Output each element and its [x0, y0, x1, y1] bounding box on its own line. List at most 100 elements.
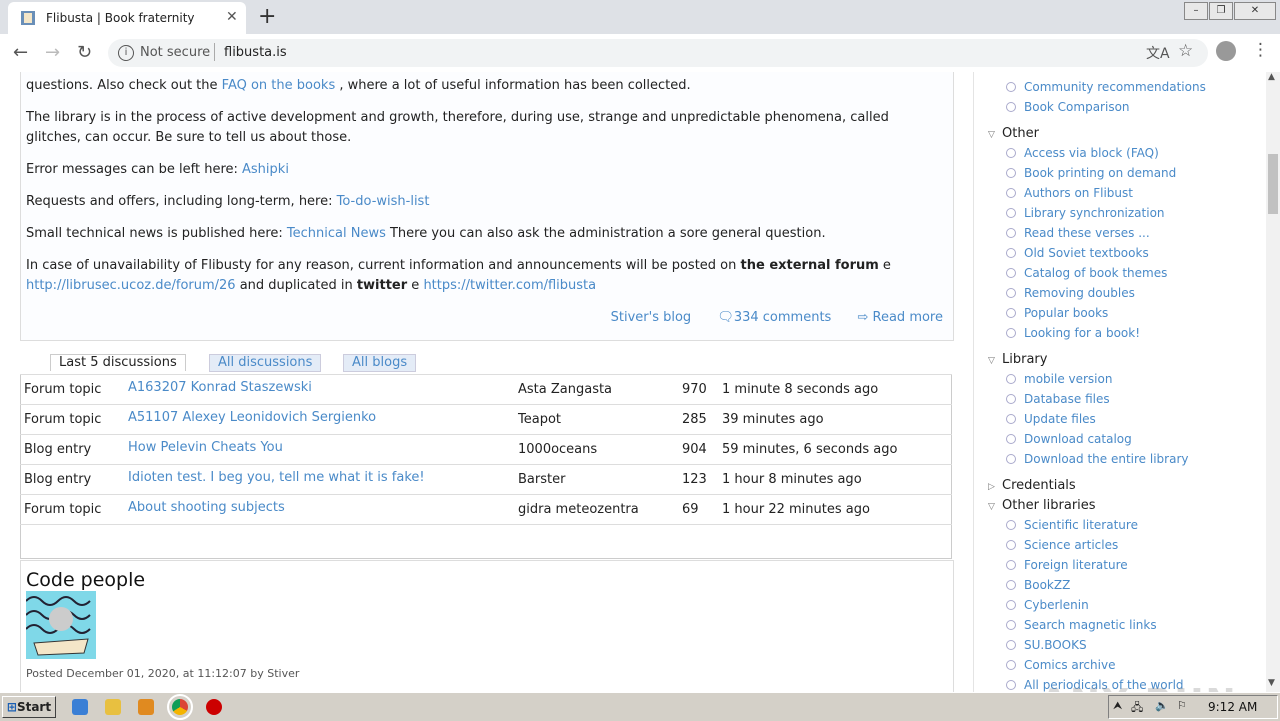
start-button[interactable]: ⊞Start [2, 696, 56, 718]
forward-icon[interactable]: → [45, 42, 60, 63]
row-title-link[interactable]: How Pelevin Cheats You [128, 440, 283, 455]
read-more-link[interactable]: ⇨ Read more [857, 310, 943, 325]
url-text[interactable]: flibusta.is [224, 45, 287, 60]
technical-news-link[interactable]: Technical News [287, 226, 386, 241]
address-bar[interactable]: i Not secure flibusta.is [108, 39, 1208, 67]
sidebar-item[interactable]: Science articles [1006, 538, 1118, 552]
media-player-icon[interactable] [138, 699, 154, 715]
bookmark-star-icon[interactable]: ☆ [1178, 41, 1193, 61]
sidebar-item[interactable]: Catalog of book themes [1006, 266, 1167, 280]
sidebar-item[interactable]: Database files [1006, 392, 1110, 406]
sidebar-section-other-libraries[interactable]: ▽ Other libraries [988, 498, 1096, 513]
sidebar-item[interactable]: Search magnetic links [1006, 618, 1157, 632]
row-title-link[interactable]: Idioten test. I beg you, tell me what it… [128, 470, 425, 485]
close-window-icon[interactable]: ✕ [1234, 2, 1276, 20]
sidebar-section-library[interactable]: ▽ Library [988, 352, 1047, 367]
arrow-icon: ⇨ [857, 310, 869, 325]
sidebar-item[interactable]: mobile version [1006, 372, 1112, 386]
sidebar-section-other[interactable]: ▽ Other [988, 126, 1039, 141]
bullet-icon [1006, 680, 1016, 690]
collapsed-triangle-icon: ▷ [988, 482, 995, 492]
sidebar-item[interactable]: Book Comparison [1006, 100, 1130, 114]
translate-icon[interactable]: 文A [1146, 43, 1170, 63]
sidebar-item[interactable]: Library synchronization [1006, 206, 1165, 220]
tab-last-5-discussions[interactable]: Last 5 discussions [50, 354, 186, 371]
wishlist-link[interactable]: To-do-wish-list [337, 194, 430, 209]
info-icon[interactable]: i [118, 45, 134, 61]
text: , where a lot of useful information has … [335, 78, 691, 93]
new-tab-button[interactable]: + [258, 4, 276, 29]
forum-url-link[interactable]: http://librusec.ucoz.de/forum/26 [26, 278, 236, 293]
tab-close-icon[interactable]: ✕ [226, 9, 238, 25]
table-cell: 1 hour 22 minutes ago [722, 494, 952, 525]
sidebar-item[interactable]: Community recommendations [1006, 80, 1206, 94]
scroll-thumb[interactable] [1268, 154, 1278, 214]
row-time: 59 minutes, 6 seconds ago [722, 442, 898, 457]
sidebar-item[interactable]: BookZZ [1006, 578, 1070, 592]
sidebar-item[interactable]: Read these verses ... [1006, 226, 1150, 240]
sidebar-item[interactable]: SU.BOOKS [1006, 638, 1087, 652]
sidebar-item[interactable]: Old Soviet textbooks [1006, 246, 1149, 260]
restore-icon[interactable]: ❐ [1209, 2, 1233, 20]
sidebar-item[interactable]: Cyberlenin [1006, 598, 1089, 612]
bullet-icon [1006, 288, 1016, 298]
sidebar-item[interactable]: Removing doubles [1006, 286, 1135, 300]
sidebar-item[interactable]: Scientific literature [1006, 518, 1138, 532]
flag-icon[interactable]: ⚐ [1177, 699, 1187, 712]
sidebar-item-label: BookZZ [1024, 578, 1071, 592]
blog-link[interactable]: Stiver's blog [611, 310, 692, 325]
sidebar-item[interactable]: Comics archive [1006, 658, 1115, 672]
paragraph-glitches: The library is in the process of active … [26, 110, 889, 145]
row-title-link[interactable]: A51107 Alexey Leonidovich Sergienko [128, 410, 376, 425]
table-row: Forum topic About shooting subjects gidra … [20, 494, 952, 525]
bullet-icon [1006, 660, 1016, 670]
tab-all-discussions[interactable]: All discussions [209, 354, 322, 372]
network-icon[interactable]: 🖧 [1131, 699, 1143, 718]
chrome-icon[interactable] [167, 694, 193, 720]
sidebar-item[interactable]: Looking for a book! [1006, 326, 1140, 340]
sidebar-item[interactable]: Access via block (FAQ) [1006, 146, 1159, 160]
sidebar-item[interactable]: Authors on Flibust [1006, 186, 1133, 200]
table-cell: 970 [682, 374, 722, 405]
sidebar-item[interactable]: Foreign literature [1006, 558, 1128, 572]
ashipki-link[interactable]: Ashipki [242, 162, 289, 177]
sidebar-item[interactable]: Book printing on demand [1006, 166, 1176, 180]
sidebar-item[interactable]: Download catalog [1006, 432, 1132, 446]
faq-link[interactable]: FAQ on the books [222, 78, 336, 93]
volume-icon[interactable]: 🔈 [1155, 699, 1169, 712]
row-title-link[interactable]: About shooting subjects [128, 500, 285, 515]
sidebar-item-label: SU.BOOKS [1024, 638, 1087, 652]
menu-dots-icon[interactable]: ⋮ [1252, 40, 1269, 60]
sidebar-item-label: Access via block (FAQ) [1024, 146, 1159, 160]
tray-arrow-icon[interactable]: ⮝ [1113, 699, 1122, 713]
scroll-down-icon[interactable]: ▼ [1268, 678, 1275, 688]
post-picture-icon[interactable] [26, 591, 96, 659]
row-title-link[interactable]: A163207 Konrad Staszewski [128, 380, 312, 395]
ie-icon[interactable] [72, 699, 88, 715]
profile-avatar-icon[interactable] [1216, 41, 1236, 61]
folder-icon[interactable] [105, 699, 121, 715]
post-title[interactable]: Code people [26, 569, 145, 591]
table-cell: 904 [682, 434, 722, 465]
right-sidebar: Community recommendations Book Comparison… [973, 72, 1266, 692]
sidebar-item[interactable]: Download the entire library [1006, 452, 1188, 466]
sidebar-item[interactable]: Update files [1006, 412, 1096, 426]
bullet-icon [1006, 454, 1016, 464]
sidebar-section-credentials[interactable]: ▷ Credentials [988, 478, 1076, 493]
row-author: gidra meteozentra [518, 502, 639, 517]
minimize-icon[interactable]: – [1184, 2, 1208, 20]
paragraph-news: Small technical news is published here: … [26, 224, 946, 244]
reload-icon[interactable]: ↻ [77, 42, 92, 63]
page-scrollbar[interactable]: ▲ ▼ [1266, 72, 1280, 692]
twitter-label: twitter [356, 278, 408, 293]
tab-all-blogs[interactable]: All blogs [343, 354, 417, 372]
browser-tab[interactable]: Flibusta | Book fraternity ✕ [8, 2, 246, 34]
sidebar-item[interactable]: Popular books [1006, 306, 1108, 320]
back-icon[interactable]: ← [13, 42, 28, 63]
scroll-up-icon[interactable]: ▲ [1268, 72, 1275, 82]
comments-link[interactable]: 🗨334 comments [717, 310, 831, 325]
browser-toolbar: ← → ↻ i Not secure flibusta.is [0, 34, 1280, 73]
twitter-url-link[interactable]: https://twitter.com/flibusta [423, 278, 596, 293]
row-type: Forum topic [24, 502, 102, 517]
stop-icon[interactable] [206, 699, 222, 715]
